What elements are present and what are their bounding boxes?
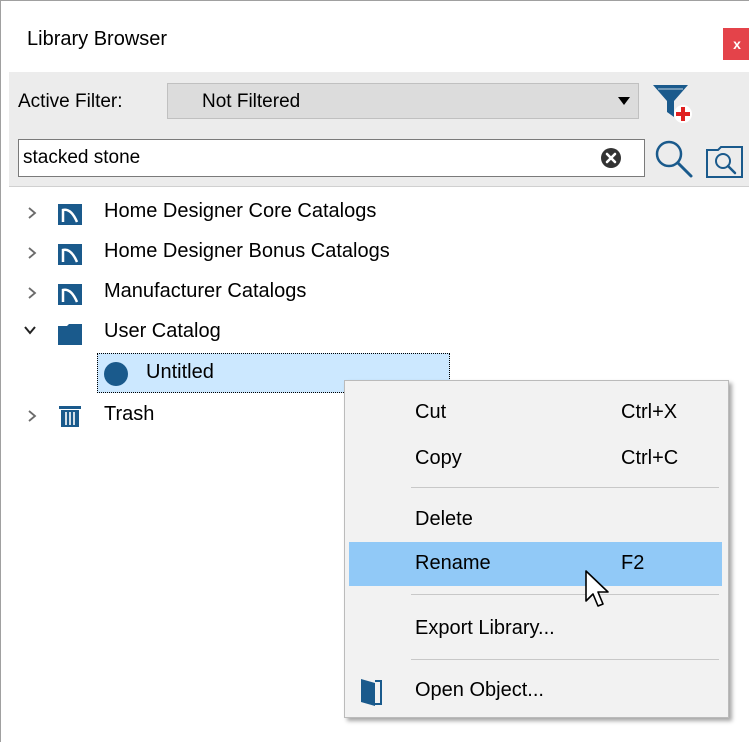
menu-item-label: Rename (415, 552, 491, 574)
trash-icon (59, 406, 81, 427)
menu-item-shortcut: Ctrl+X (621, 401, 678, 423)
menu-item-export-library[interactable]: Export Library... (349, 607, 722, 651)
menu-separator (411, 659, 719, 660)
menu-item-shortcut: Ctrl+C (621, 447, 679, 469)
menu-item-open-object[interactable]: Open Object... (349, 669, 722, 713)
tree-item-trash[interactable]: Trash (104, 403, 154, 426)
folder-search-icon[interactable] (705, 141, 745, 181)
library-browser-panel: Library Browser x Active Filter: Not Fil… (0, 0, 749, 742)
menu-item-copy[interactable]: Copy Ctrl+C (349, 437, 722, 481)
tree-item-core-catalogs[interactable]: Home Designer Core Catalogs (104, 200, 376, 223)
menu-item-shortcut: F2 (621, 552, 645, 574)
menu-item-label: Cut (415, 401, 447, 423)
menu-item-label: Delete (415, 508, 473, 530)
menu-item-label: Copy (415, 447, 462, 469)
close-button[interactable]: x (723, 28, 749, 60)
tree-item-user-catalog[interactable]: User Catalog (104, 320, 221, 343)
window-title: Library Browser (27, 28, 168, 50)
chevron-right-icon[interactable] (25, 246, 39, 260)
menu-separator (411, 487, 719, 488)
active-filter-value: Not Filtered (202, 91, 301, 112)
tree-item-bonus-catalogs[interactable]: Home Designer Bonus Catalogs (104, 240, 390, 263)
chevron-right-icon[interactable] (25, 206, 39, 220)
tree-item-manufacturer-catalogs[interactable]: Manufacturer Catalogs (104, 280, 306, 303)
divider (9, 186, 749, 187)
menu-item-delete[interactable]: Delete (349, 498, 722, 542)
active-filter-select[interactable]: Not Filtered (167, 83, 639, 119)
mouse-cursor-icon (585, 570, 609, 607)
chevron-right-icon[interactable] (25, 409, 39, 423)
catalog-folder-icon (58, 284, 82, 305)
catalog-folder-icon (58, 204, 82, 225)
search-input[interactable] (18, 139, 645, 177)
filter-add-icon[interactable] (650, 81, 694, 125)
context-menu: Cut Ctrl+X Copy Ctrl+C Delete Rename F2 … (344, 380, 729, 718)
menu-item-cut[interactable]: Cut Ctrl+X (349, 391, 722, 435)
search-icon[interactable] (652, 137, 694, 179)
chevron-right-icon[interactable] (25, 286, 39, 300)
tree-item-untitled[interactable]: Untitled (146, 361, 214, 384)
menu-separator (411, 594, 719, 595)
circle-icon (104, 362, 128, 386)
catalog-folder-icon (58, 244, 82, 265)
folder-icon (58, 324, 82, 345)
menu-item-rename[interactable]: Rename F2 (349, 542, 722, 586)
chevron-down-icon (618, 97, 630, 105)
chevron-down-icon[interactable] (23, 323, 37, 337)
menu-item-label: Open Object... (415, 679, 544, 701)
menu-item-label: Export Library... (415, 617, 555, 639)
open-object-icon (361, 679, 382, 706)
active-filter-label: Active Filter: (18, 91, 123, 112)
clear-search-icon[interactable] (600, 147, 622, 169)
